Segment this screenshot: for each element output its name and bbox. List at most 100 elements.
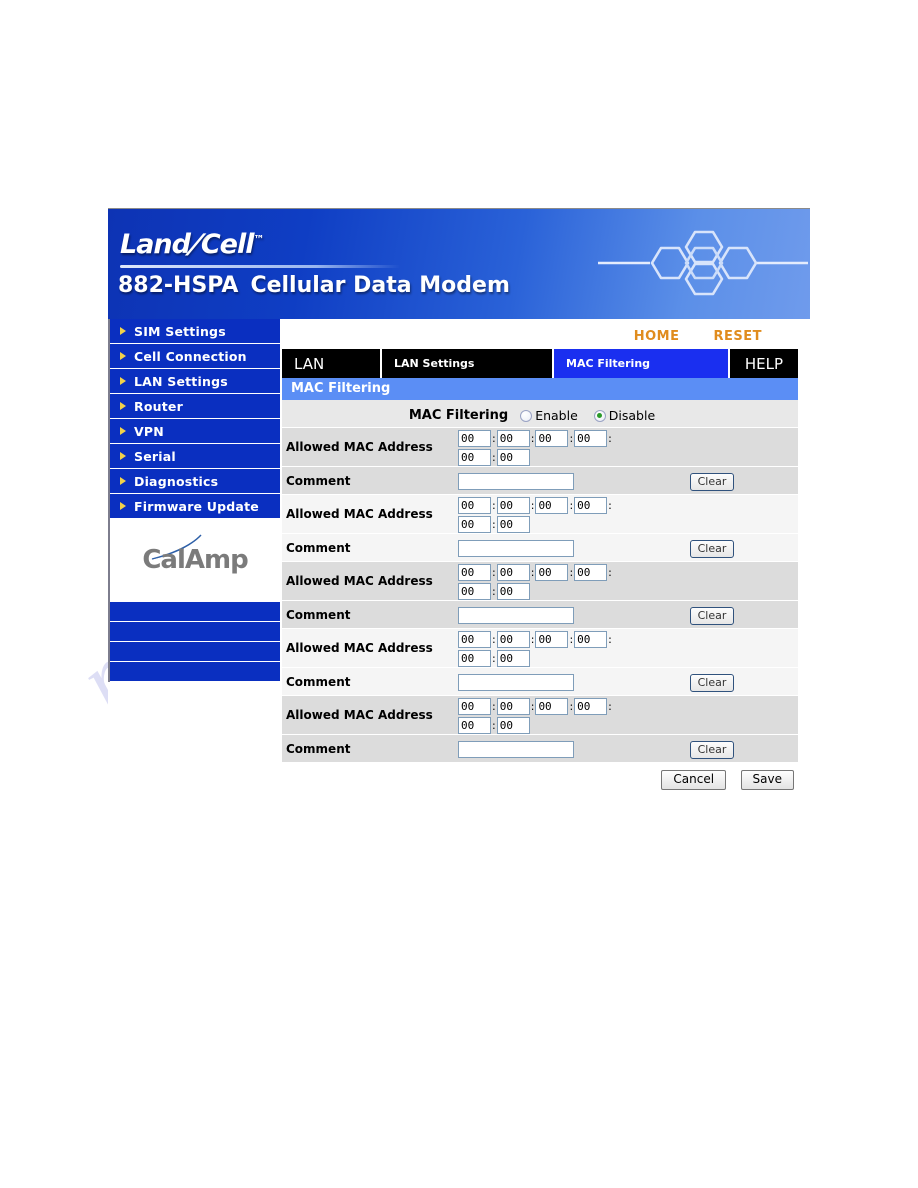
sidebar-item-diagnostics[interactable]: Diagnostics (110, 469, 280, 494)
radio-enable[interactable]: Enable (520, 408, 578, 423)
mac-octet-input[interactable] (496, 516, 530, 533)
sidebar-item-cell-connection[interactable]: Cell Connection (110, 344, 280, 369)
chevron-right-icon (120, 352, 126, 360)
sidebar-item-router[interactable]: Router (110, 394, 280, 419)
hexagon-cluster-icon (598, 230, 808, 296)
mac-octet-input[interactable] (535, 497, 569, 514)
tab-lan-settings[interactable]: LAN Settings (382, 349, 554, 378)
mac-octet-input[interactable] (535, 631, 569, 648)
mac-filter-table: MAC Filtering Enable Disable Allowed MAC… (282, 400, 798, 763)
comment-input[interactable] (458, 540, 574, 557)
empty-cell (626, 427, 798, 467)
mac-octet-input[interactable] (458, 430, 491, 447)
brand-logo-cell: Cell (200, 229, 255, 260)
empty-cell (626, 695, 798, 735)
allowed-mac-label: Allowed MAC Address (282, 427, 454, 467)
mac-octet-input[interactable] (458, 583, 491, 600)
save-button[interactable]: Save (740, 770, 794, 790)
trademark-symbol: ™ (253, 233, 265, 246)
mac-octet-input[interactable] (496, 583, 530, 600)
mac-octet-input[interactable] (535, 564, 569, 581)
mac-octet-input[interactable] (496, 449, 530, 466)
allowed-mac-label: Allowed MAC Address (282, 494, 454, 534)
mac-octet-input[interactable] (574, 698, 608, 715)
mac-octet-input[interactable] (574, 564, 608, 581)
mac-octet-input[interactable] (496, 717, 530, 734)
model-title: 882-HSPA Cellular Data Modem (118, 273, 510, 298)
mac-octet-input[interactable] (496, 698, 530, 715)
tab-mac-filtering[interactable]: MAC Filtering (554, 349, 730, 378)
comment-input[interactable] (458, 473, 574, 490)
clear-button[interactable]: Clear (689, 473, 735, 491)
tab-label: MAC Filtering (566, 357, 651, 370)
empty-cell (626, 494, 798, 534)
chevron-right-icon (120, 327, 126, 335)
comment-field-cell (454, 600, 626, 629)
comment-label: Comment (282, 734, 454, 763)
clear-button[interactable]: Clear (689, 540, 735, 558)
mac-octet-input[interactable] (496, 564, 530, 581)
mac-octet-group: ::::: (454, 561, 626, 601)
sidebar-item-label: VPN (134, 424, 164, 439)
comment-input[interactable] (458, 674, 574, 691)
mac-octet-input[interactable] (496, 650, 530, 667)
sidebar-item-label: Cell Connection (134, 349, 247, 364)
allowed-mac-label: Allowed MAC Address (282, 561, 454, 601)
mac-octet-input[interactable] (496, 430, 530, 447)
mac-octet-input[interactable] (574, 631, 608, 648)
mac-octet-input[interactable] (458, 650, 491, 667)
mac-octet-input[interactable] (535, 698, 569, 715)
section-title-bar: MAC Filtering (282, 378, 798, 400)
calamp-logo-text: CalAmp (142, 545, 248, 575)
allowed-mac-label: Allowed MAC Address (282, 695, 454, 735)
comment-label: Comment (282, 533, 454, 562)
sidebar-item-sim-settings[interactable]: SIM Settings (110, 319, 280, 344)
home-link[interactable]: HOME (634, 329, 680, 344)
chevron-right-icon (120, 452, 126, 460)
sidebar-item-label: Router (134, 399, 183, 414)
sidebar-blank-bar (110, 602, 280, 622)
comment-input[interactable] (458, 607, 574, 624)
table-row: Comment Clear (282, 533, 798, 562)
mac-octet-input[interactable] (496, 631, 530, 648)
sidebar-item-firmware-update[interactable]: Firmware Update (110, 494, 280, 519)
chevron-right-icon (120, 502, 126, 510)
table-row: Comment Clear (282, 734, 798, 763)
octet-separator: : (608, 700, 612, 713)
mac-octet-input[interactable] (458, 497, 491, 514)
sidebar-item-vpn[interactable]: VPN (110, 419, 280, 444)
clear-button[interactable]: Clear (689, 607, 735, 625)
mac-octet-input[interactable] (535, 430, 569, 447)
sidebar-item-lan-settings[interactable]: LAN Settings (110, 369, 280, 394)
mac-octet-input[interactable] (574, 497, 608, 514)
clear-button[interactable]: Clear (689, 674, 735, 692)
table-row: Allowed MAC Address ::::: (282, 561, 798, 601)
mac-octet-input[interactable] (458, 698, 491, 715)
mac-octet-input[interactable] (458, 564, 491, 581)
mac-octet-input[interactable] (458, 631, 491, 648)
chevron-right-icon (120, 427, 126, 435)
tab-lan[interactable]: LAN (282, 349, 382, 378)
sidebar-item-serial[interactable]: Serial (110, 444, 280, 469)
clear-button[interactable]: Clear (689, 741, 735, 759)
mac-octet-input[interactable] (458, 717, 491, 734)
sidebar-item-label: SIM Settings (134, 324, 226, 339)
cancel-button[interactable]: Cancel (661, 770, 727, 790)
comment-field-cell (454, 667, 626, 696)
mac-octet-input[interactable] (496, 497, 530, 514)
tab-bar: LAN LAN Settings MAC Filtering HELP (282, 349, 798, 378)
comment-input[interactable] (458, 741, 574, 758)
sidebar-item-label: LAN Settings (134, 374, 228, 389)
mac-octet-group: ::::: (454, 427, 626, 467)
content-panel: HOME RESET LAN LAN Settings MAC Filterin… (280, 319, 810, 790)
mac-octet-input[interactable] (458, 516, 491, 533)
mac-octet-input[interactable] (574, 430, 608, 447)
clear-cell: Clear (626, 734, 798, 763)
mac-octet-input[interactable] (458, 449, 491, 466)
sidebar-item-label: Diagnostics (134, 474, 219, 489)
reset-link[interactable]: RESET (713, 329, 762, 344)
brand-logo: Land/Cell™ (120, 229, 265, 260)
radio-disable[interactable]: Disable (593, 408, 655, 423)
tab-help[interactable]: HELP (730, 349, 798, 378)
brand-logo-land: Land (120, 229, 191, 260)
